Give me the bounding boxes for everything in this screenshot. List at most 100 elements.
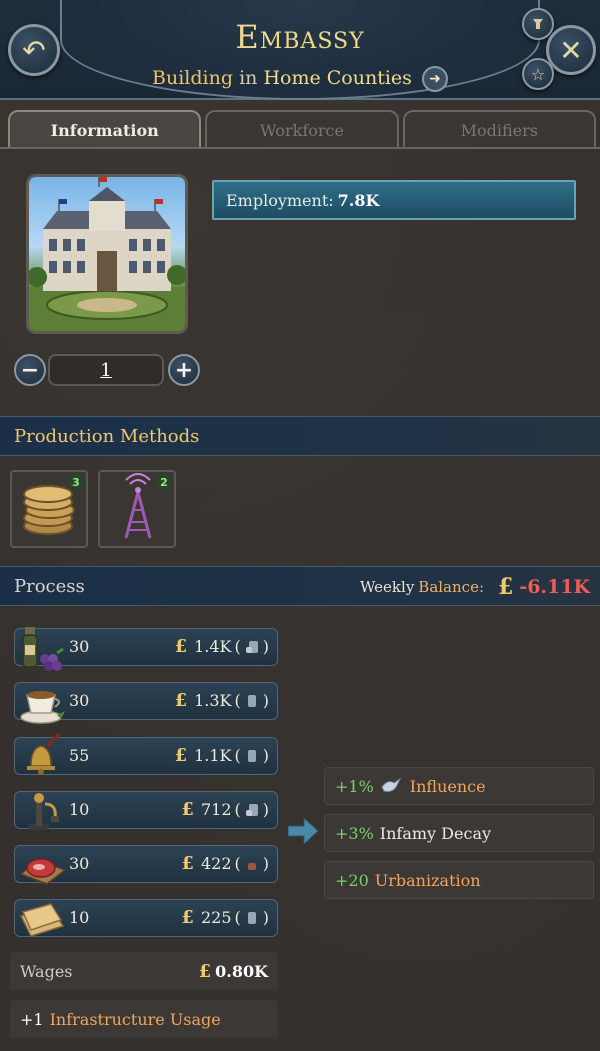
input-cost: £ 1.4K ( )	[175, 636, 269, 657]
tab-information[interactable]: Information	[8, 110, 202, 148]
pound-icon: £	[181, 853, 194, 874]
building-type: Building	[152, 67, 234, 89]
production-method-slot-currency[interactable]: 3	[10, 470, 88, 548]
input-quantity: 30	[69, 637, 90, 656]
production-methods-header: Production Methods	[0, 416, 600, 456]
balance-label: Weekly	[359, 578, 415, 596]
input-cost: £ 1.1K ( )	[175, 745, 269, 766]
panel-header: ↶ Embassy Building in Home Counties ➜ ✕ …	[0, 0, 600, 100]
output-row-infamy-decay[interactable]: +3% Infamy Decay	[324, 814, 594, 852]
wages-row[interactable]: Wages £0.80K	[10, 952, 278, 990]
employment-value: 7.8K	[337, 190, 380, 210]
coin-stack-icon	[247, 911, 256, 924]
input-good-row[interactable]: 30 £ 422 ( )	[14, 845, 278, 885]
favorite-button[interactable]: ☆	[522, 58, 554, 90]
decrease-level-button[interactable]: −	[14, 354, 46, 386]
output-row-influence[interactable]: +1% Influence	[324, 767, 594, 805]
section-title: Production Methods	[14, 425, 200, 447]
input-quantity: 30	[69, 691, 90, 710]
building-subtitle: Building in Home Counties ➜	[0, 66, 600, 92]
infrastructure-usage-row[interactable]: +1 Infrastructure Usage	[10, 1000, 278, 1038]
employment-bar[interactable]: Employment: 7.8K	[212, 180, 576, 220]
input-good-row[interactable]: 30 £ 1.4K ( )	[14, 627, 278, 671]
meat-icon	[19, 858, 67, 885]
output-value: +20	[335, 870, 369, 890]
close-button[interactable]: ✕	[546, 25, 596, 75]
increase-level-button[interactable]: +	[168, 354, 200, 386]
stock-open-paren: (	[234, 800, 241, 819]
input-cost: £ 422 ( )	[181, 853, 269, 874]
goto-location-button[interactable]: ➜	[421, 66, 448, 92]
production-method-slot-communication[interactable]: 2	[98, 470, 176, 548]
coin-stack-icon	[245, 803, 258, 816]
input-cost-value: 712	[200, 800, 232, 819]
tab-workforce[interactable]: Workforce	[205, 110, 399, 148]
input-cost-value: 1.3K	[194, 691, 232, 710]
coin-stack-icon	[247, 694, 256, 707]
input-cost-value: 1.1K	[194, 746, 232, 765]
input-quantity: 55	[69, 746, 90, 765]
stock-open-paren: (	[234, 746, 241, 765]
tab-bar: Information Workforce Modifiers	[8, 110, 596, 148]
tab-modifiers[interactable]: Modifiers	[402, 110, 596, 148]
pound-icon: £	[174, 745, 188, 766]
level-value[interactable]: 1	[48, 354, 164, 386]
process-header: Process Weekly Balance: £ -6.11K	[0, 566, 600, 606]
building-panel: ↶ Embassy Building in Home Counties ➜ ✕ …	[0, 0, 600, 1051]
option-count-badge: 2	[156, 474, 172, 490]
section-title: Process	[14, 575, 85, 597]
pound-icon: £	[181, 907, 194, 928]
stock-open-paren: (	[234, 637, 241, 656]
pound-icon: £	[174, 690, 188, 711]
output-label: Influence	[409, 776, 486, 796]
tea-icon	[20, 691, 65, 724]
close-icon: ✕	[559, 33, 583, 67]
input-cost: £ 225 ( )	[181, 907, 269, 928]
input-good-row[interactable]: 30 £ 1.3K ( )	[14, 682, 278, 724]
stock-close-paren: )	[262, 908, 269, 927]
input-good-row[interactable]: 10 £ 712 ( )	[14, 791, 278, 830]
input-cost-value: 422	[200, 854, 232, 873]
pin-icon	[533, 19, 543, 29]
input-quantity: 10	[69, 800, 90, 819]
output-row-urbanization[interactable]: +20 Urbanization	[324, 861, 594, 899]
dove-icon	[381, 777, 402, 792]
stock-close-paren: )	[262, 746, 269, 765]
arrow-right-icon: ➜	[429, 71, 441, 87]
wages-label: Wages	[20, 961, 73, 981]
weekly-balance: Weekly Balance: £ -6.11K	[360, 567, 590, 607]
input-cost: £ 1.3K ( )	[175, 690, 269, 711]
input-cost-value: 1.4K	[194, 637, 232, 656]
infrastructure-label: Infrastructure Usage	[49, 1009, 221, 1029]
plus-icon: +	[174, 357, 194, 383]
option-count-badge: 3	[68, 474, 84, 490]
input-good-row[interactable]: 55 £ 1.1K ( )	[14, 732, 278, 775]
stock-open-paren: (	[234, 854, 241, 873]
embassy-illustration	[29, 177, 185, 331]
input-quantity: 10	[69, 908, 90, 927]
input-cost: £ 712 ( )	[181, 799, 269, 820]
star-icon: ☆	[530, 64, 546, 84]
stock-close-paren: )	[262, 800, 269, 819]
input-quantity: 30	[69, 854, 90, 873]
location-link[interactable]: Home Counties	[263, 67, 411, 89]
telephone-icon	[29, 793, 59, 830]
coin-stack-icon	[247, 749, 256, 762]
wages-value-group: £0.80K	[199, 961, 268, 982]
tab-divider	[0, 147, 600, 149]
employment-label: Employment:	[226, 190, 334, 210]
input-good-row[interactable]: 10 £ 225 ( )	[14, 899, 278, 937]
paper-icon	[19, 903, 65, 937]
arrow-right-icon	[288, 818, 318, 844]
bell-icon	[27, 732, 61, 775]
minus-icon: −	[20, 357, 40, 383]
page-title: Embassy	[235, 18, 365, 56]
building-image	[26, 174, 188, 334]
pound-icon: £	[174, 636, 188, 657]
stock-open-paren: (	[234, 691, 241, 710]
stock-close-paren: )	[262, 691, 269, 710]
output-label: Infamy Decay	[379, 823, 492, 843]
wages-value: 0.80K	[215, 961, 268, 981]
pound-icon: £	[198, 960, 212, 982]
subtitle-connector: in	[239, 67, 258, 89]
